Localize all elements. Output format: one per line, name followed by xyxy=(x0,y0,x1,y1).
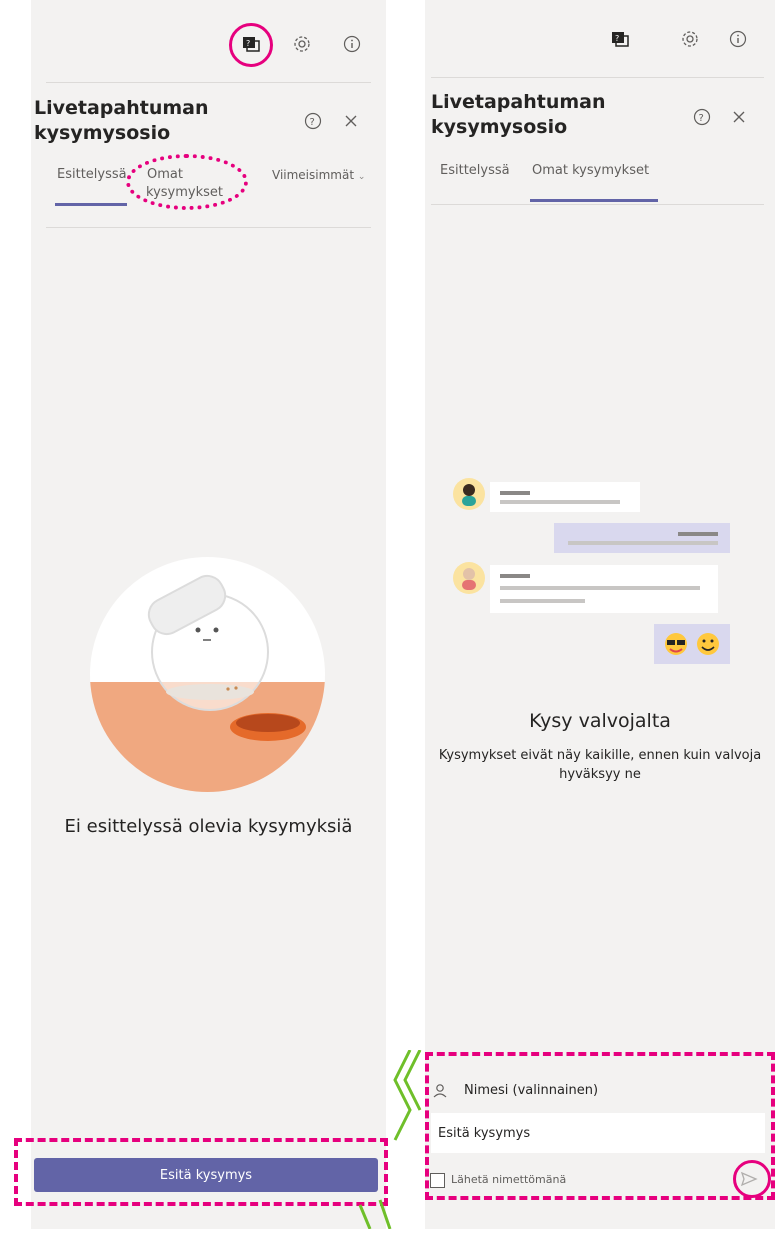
empty-state-message: Ei esittelyssä olevia kysymyksiä xyxy=(64,816,353,837)
info-icon[interactable] xyxy=(727,28,749,50)
tab-my-questions[interactable]: Omat kysymykset xyxy=(532,162,649,180)
tabs-divider xyxy=(431,204,764,205)
tab-featured[interactable]: Esittelyssä xyxy=(57,166,127,184)
svg-text:?: ? xyxy=(615,34,619,43)
composer-highlight xyxy=(425,1052,775,1200)
close-icon[interactable] xyxy=(728,106,750,128)
svg-text:?: ? xyxy=(246,39,250,48)
tab-featured[interactable]: Esittelyssä xyxy=(440,162,510,180)
chat-bubble xyxy=(490,482,640,512)
help-icon[interactable]: ? xyxy=(302,110,324,132)
active-tab-indicator xyxy=(530,199,658,202)
empty-state-illustration xyxy=(90,557,325,792)
send-icon-highlight xyxy=(733,1160,771,1198)
sort-dropdown[interactable]: Viimeisimmät ⌄ xyxy=(272,168,365,182)
chat-bubble xyxy=(490,565,718,613)
gear-icon[interactable] xyxy=(679,28,701,50)
qa-panel-my-questions: ? Livetapahtuman kysymysosio ? Esittelys… xyxy=(425,0,775,1229)
ask-button-highlight xyxy=(14,1138,388,1206)
chat-bubble xyxy=(554,523,730,553)
qa-icon[interactable]: ? xyxy=(609,28,631,50)
page-title: Livetapahtuman kysymysosio xyxy=(34,97,209,144)
emoji-bubble xyxy=(654,624,730,664)
empty-state-title: Kysy valvojalta xyxy=(529,710,671,732)
svg-text:?: ? xyxy=(699,113,704,124)
chevron-down-icon: ⌄ xyxy=(357,172,366,182)
active-tab-indicator xyxy=(55,203,127,206)
empty-state-description: Kysymykset eivät näy kaikille, ennen kui… xyxy=(438,748,762,782)
tabs-divider xyxy=(46,227,371,228)
gear-icon[interactable] xyxy=(291,33,313,55)
help-icon[interactable]: ? xyxy=(691,106,713,128)
qa-panel-featured: ? Livetapahtuman kysymysosio ? Esittelys… xyxy=(31,0,386,1229)
header-divider xyxy=(431,77,764,78)
my-questions-highlight xyxy=(126,154,248,210)
close-icon[interactable] xyxy=(340,110,362,132)
page-title: Livetapahtuman kysymysosio xyxy=(431,91,606,138)
qa-icon[interactable]: ? xyxy=(240,33,262,55)
svg-text:?: ? xyxy=(310,117,315,128)
info-icon[interactable] xyxy=(341,33,363,55)
header-divider xyxy=(46,82,371,83)
